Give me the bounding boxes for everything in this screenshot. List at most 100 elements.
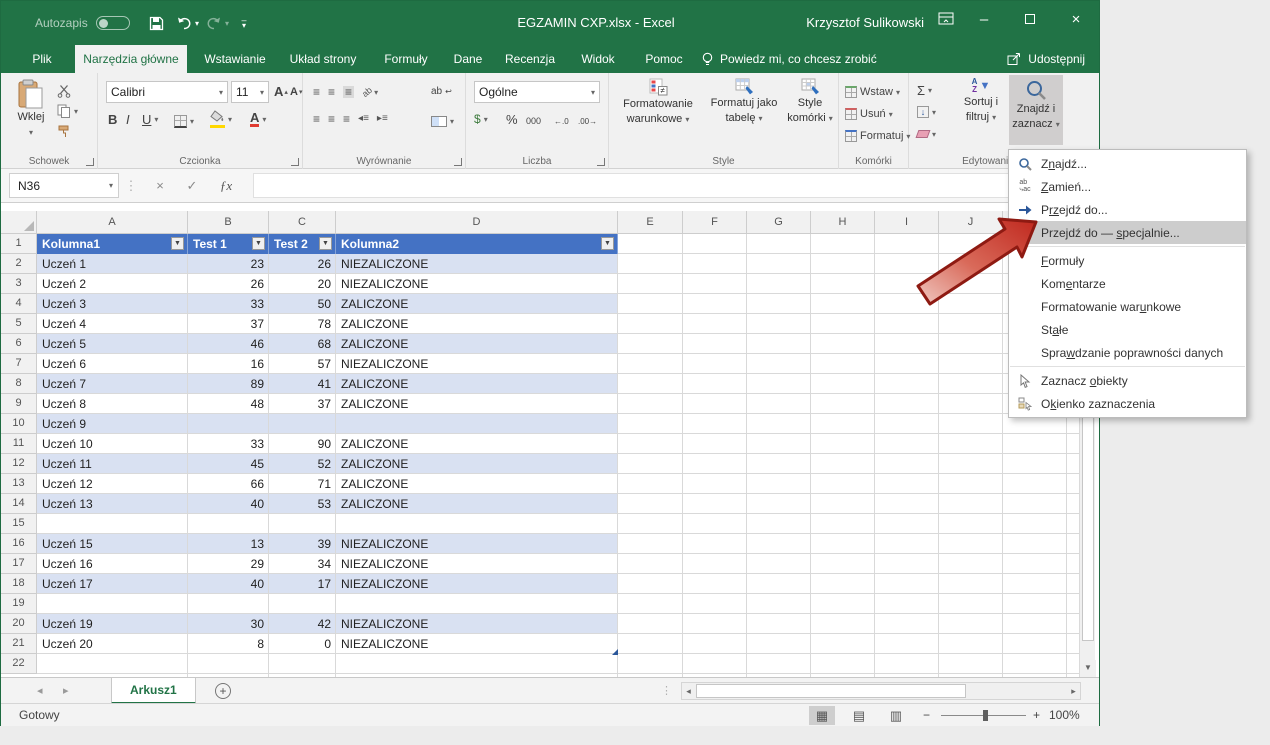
next-sheet-button[interactable]: ▸	[63, 678, 69, 704]
column-header-G[interactable]: G	[747, 211, 811, 234]
prev-sheet-button[interactable]: ◂	[37, 678, 43, 704]
cell[interactable]: ZALICZONE	[336, 334, 618, 354]
liczba-dialog-launcher-icon[interactable]	[597, 158, 605, 166]
cell[interactable]: ZALICZONE	[336, 454, 618, 474]
cell[interactable]: Uczeń 4	[37, 314, 188, 334]
align-top-icon[interactable]: ≡	[313, 87, 320, 97]
tab-plik[interactable]: Plik	[21, 45, 63, 73]
cell[interactable]: Uczeń 17	[37, 574, 188, 594]
cell[interactable]: 8	[188, 634, 269, 654]
cell[interactable]: 90	[269, 434, 336, 454]
column-header-F[interactable]: F	[683, 211, 747, 234]
cell[interactable]: 50	[269, 294, 336, 314]
row-header-5[interactable]: 5	[1, 314, 37, 334]
menu-item-find[interactable]: Znajdź...	[1009, 152, 1246, 175]
row-header-19[interactable]: 19	[1, 594, 37, 614]
cell[interactable]: 39	[269, 534, 336, 554]
insert-cells-button[interactable]: Wstaw▾	[845, 82, 900, 102]
increase-indent-icon[interactable]: ▸≡	[377, 114, 388, 124]
align-bottom-icon[interactable]: ≡	[343, 86, 354, 98]
cell[interactable]: Uczeń 11	[37, 454, 188, 474]
enter-entry-button[interactable]: ✓	[179, 173, 205, 198]
thousands-button[interactable]: 000	[526, 111, 541, 131]
filter-dropdown-icon[interactable]: ▼	[252, 237, 265, 250]
cell[interactable]: ZALICZONE	[336, 474, 618, 494]
maximize-button[interactable]	[1007, 1, 1053, 37]
decrease-indent-icon[interactable]: ◂≡	[358, 114, 369, 124]
zoom-out-button[interactable]: −	[923, 708, 930, 722]
cell[interactable]: NIEZALICZONE	[336, 534, 618, 554]
page-layout-view-button[interactable]: ▤	[846, 706, 872, 725]
cell[interactable]: 37	[269, 394, 336, 414]
zoom-slider-thumb[interactable]	[983, 710, 988, 721]
cancel-entry-button[interactable]: ×	[147, 173, 173, 198]
align-left-icon[interactable]: ≡	[313, 114, 320, 124]
cell[interactable]: Uczeń 16	[37, 554, 188, 574]
orientation-icon[interactable]: ab	[360, 85, 374, 99]
currency-button[interactable]: $▾	[474, 109, 488, 129]
font-color-button[interactable]: A▾	[250, 109, 266, 129]
cell[interactable]: Uczeń 19	[37, 614, 188, 634]
cell[interactable]: NIEZALICZONE	[336, 614, 618, 634]
cell[interactable]: ZALICZONE	[336, 434, 618, 454]
cell[interactable]: Uczeń 3	[37, 294, 188, 314]
cell[interactable]: 68	[269, 334, 336, 354]
cell[interactable]: Uczeń 8	[37, 394, 188, 414]
cell[interactable]: 29	[188, 554, 269, 574]
cell[interactable]: 33	[188, 294, 269, 314]
paste-button[interactable]: Wklej ▾	[9, 79, 53, 139]
page-break-view-button[interactable]: ▥	[883, 706, 909, 725]
cell[interactable]: NIEZALICZONE	[336, 354, 618, 374]
cell[interactable]: Uczeń 13	[37, 494, 188, 514]
filter-dropdown-icon[interactable]: ▼	[319, 237, 332, 250]
number-format-combo[interactable]: Ogólne ▾	[474, 81, 600, 103]
wrap-text-button[interactable]: ab↩	[431, 82, 452, 102]
font-name-combo[interactable]: Calibri ▾	[106, 81, 228, 103]
insert-function-button[interactable]: ƒx	[211, 173, 241, 198]
cell[interactable]: 66	[188, 474, 269, 494]
align-middle-icon[interactable]: ≡	[328, 87, 335, 97]
row-header-8[interactable]: 8	[1, 374, 37, 394]
add-sheet-button[interactable]: +	[215, 683, 231, 699]
cell[interactable]: 37	[188, 314, 269, 334]
row-header-15[interactable]: 15	[1, 514, 37, 534]
row-header-16[interactable]: 16	[1, 534, 37, 554]
merge-center-button[interactable]: ▾	[431, 111, 454, 131]
increase-font-button[interactable]: A▴	[274, 82, 288, 102]
cell[interactable]: 41	[269, 374, 336, 394]
cell[interactable]: 13	[188, 534, 269, 554]
menu-item-data-validation[interactable]: Sprawdzanie poprawności danych	[1009, 341, 1246, 364]
redo-button[interactable]	[201, 9, 227, 37]
row-header-3[interactable]: 3	[1, 274, 37, 294]
row-header-4[interactable]: 4	[1, 294, 37, 314]
cell[interactable]: 48	[188, 394, 269, 414]
cell[interactable]: Uczeń 2	[37, 274, 188, 294]
delete-cells-button[interactable]: Usuń▾	[845, 104, 893, 124]
cell[interactable]: ZALICZONE	[336, 374, 618, 394]
cell[interactable]: 17	[269, 574, 336, 594]
user-name[interactable]: Krzysztof Sulikowski	[806, 1, 924, 45]
column-header-E[interactable]: E	[618, 211, 683, 234]
cell[interactable]: Uczeń 7	[37, 374, 188, 394]
align-center-icon[interactable]: ≡	[328, 114, 335, 124]
row-header-21[interactable]: 21	[1, 634, 37, 654]
format-cells-button[interactable]: Formatuj▾	[845, 126, 910, 146]
row-header-12[interactable]: 12	[1, 454, 37, 474]
autosum-button[interactable]: Σ▾	[917, 80, 932, 100]
cell[interactable]: 45	[188, 454, 269, 474]
select-all-button[interactable]	[1, 211, 37, 234]
row-header-2[interactable]: 2	[1, 254, 37, 274]
decrease-font-button[interactable]: A▾	[290, 82, 302, 102]
column-header-A[interactable]: A	[37, 211, 188, 234]
cell[interactable]: NIEZALICZONE	[336, 574, 618, 594]
underline-button[interactable]: U▾	[142, 109, 158, 129]
format-painter-button[interactable]	[57, 121, 70, 141]
cell[interactable]: Uczeń 12	[37, 474, 188, 494]
conditional-formatting-button[interactable]: ≠ Formatowanie warunkowe ▾	[615, 78, 701, 126]
clear-button[interactable]: ▾	[917, 124, 936, 144]
schowek-dialog-launcher-icon[interactable]	[86, 158, 94, 166]
menu-item-select-objects[interactable]: Zaznacz obiekty	[1009, 369, 1246, 392]
cell[interactable]: NIEZALICZONE	[336, 634, 618, 654]
cut-button[interactable]	[57, 81, 71, 101]
row-header-18[interactable]: 18	[1, 574, 37, 594]
